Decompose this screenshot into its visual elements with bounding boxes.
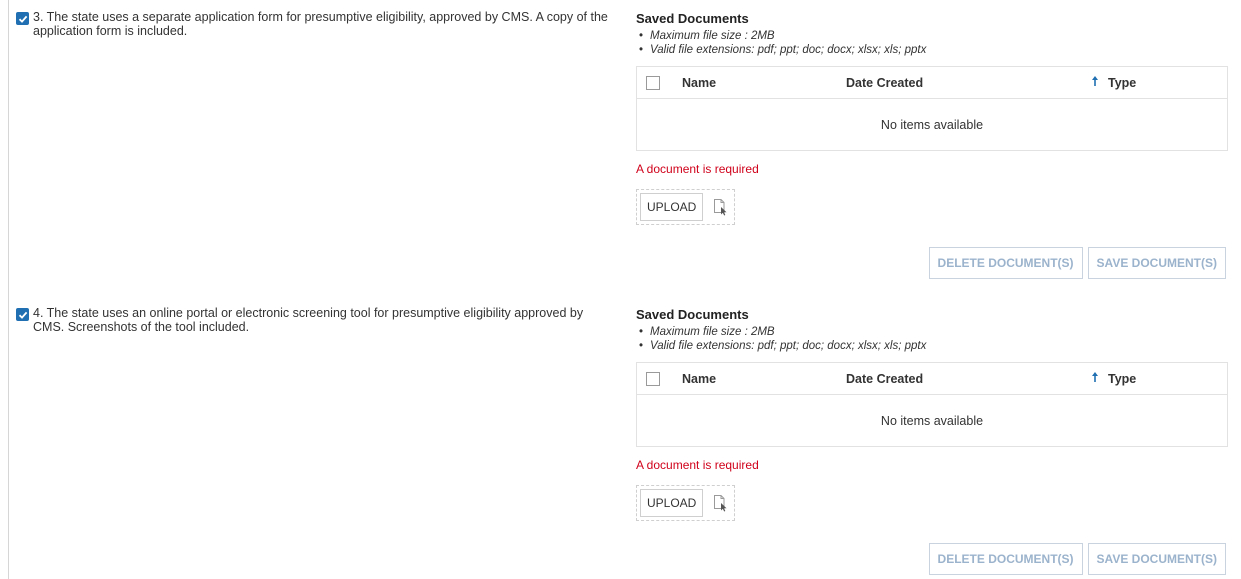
question-row: 4. The state uses an online portal or el… [16, 306, 616, 334]
rule-extensions: Valid file extensions: pdf; ppt; doc; do… [639, 44, 1226, 58]
rule-extensions: Valid file extensions: pdf; ppt; doc; do… [639, 340, 1226, 354]
rule-max-size: Maximum file size : 2MB [639, 30, 1226, 44]
grid-header: Name Date Created Type [637, 363, 1227, 395]
select-all-checkbox[interactable] [646, 371, 660, 386]
upload-button[interactable]: UPLOAD [640, 489, 704, 517]
document-required-error: A document is required [636, 458, 759, 472]
grid-empty-message: No items available [880, 413, 984, 428]
upload-button[interactable]: UPLOAD [640, 193, 704, 221]
checkmark-icon [18, 15, 27, 23]
rule-max-size: Maximum file size : 2MB [639, 326, 1226, 340]
upload-rules-list: Maximum file size : 2MB Valid file exten… [636, 30, 1226, 57]
saved-documents-panel: Saved Documents Maximum file size : 2MB … [636, 307, 1228, 575]
upload-dropzone[interactable]: UPLOAD [636, 485, 736, 521]
delete-documents-button[interactable]: DELETE DOCUMENT(S) [928, 543, 1083, 575]
file-drop-icon [714, 199, 727, 216]
question-row: 3. The state uses a separate application… [16, 10, 616, 38]
question-text: 4. The state uses an online portal or el… [33, 306, 584, 334]
upload-rules-list: Maximum file size : 2MB Valid file exten… [636, 326, 1226, 353]
grid-empty-message: No items available [880, 117, 984, 132]
documents-grid: Name Date Created Type No items availabl… [636, 66, 1228, 151]
saved-documents-panel: Saved Documents Maximum file size : 2MB … [636, 11, 1228, 279]
column-name-header[interactable]: Name [682, 372, 846, 386]
document-required-error: A document is required [636, 162, 759, 176]
upload-dropzone[interactable]: UPLOAD [636, 189, 736, 225]
column-type-header[interactable]: Type [1108, 372, 1148, 386]
question-checkbox[interactable] [16, 308, 29, 321]
column-type-header[interactable]: Type [1108, 76, 1148, 90]
column-name-header[interactable]: Name [682, 76, 846, 90]
column-date-header[interactable]: Date Created [846, 76, 1082, 90]
select-all-checkbox[interactable] [646, 75, 660, 90]
save-documents-button[interactable]: SAVE DOCUMENT(S) [1087, 247, 1226, 279]
delete-documents-button[interactable]: DELETE DOCUMENT(S) [928, 247, 1083, 279]
document-actions: DELETE DOCUMENT(S) SAVE DOCUMENT(S) [636, 247, 1226, 279]
sort-ascending-icon[interactable] [1082, 371, 1108, 386]
saved-documents-title: Saved Documents [636, 307, 749, 322]
document-actions: DELETE DOCUMENT(S) SAVE DOCUMENT(S) [636, 543, 1226, 575]
column-date-header[interactable]: Date Created [846, 372, 1082, 386]
sort-ascending-icon[interactable] [1082, 75, 1108, 90]
checkmark-icon [18, 311, 27, 319]
question-checkbox[interactable] [16, 12, 29, 25]
saved-documents-title: Saved Documents [636, 11, 749, 26]
documents-grid: Name Date Created Type No items availabl… [636, 362, 1228, 447]
left-border [8, 0, 9, 579]
grid-header: Name Date Created Type [637, 67, 1227, 99]
question-text: 3. The state uses a separate application… [33, 10, 608, 38]
save-documents-button[interactable]: SAVE DOCUMENT(S) [1087, 543, 1226, 575]
file-drop-icon [714, 495, 727, 512]
